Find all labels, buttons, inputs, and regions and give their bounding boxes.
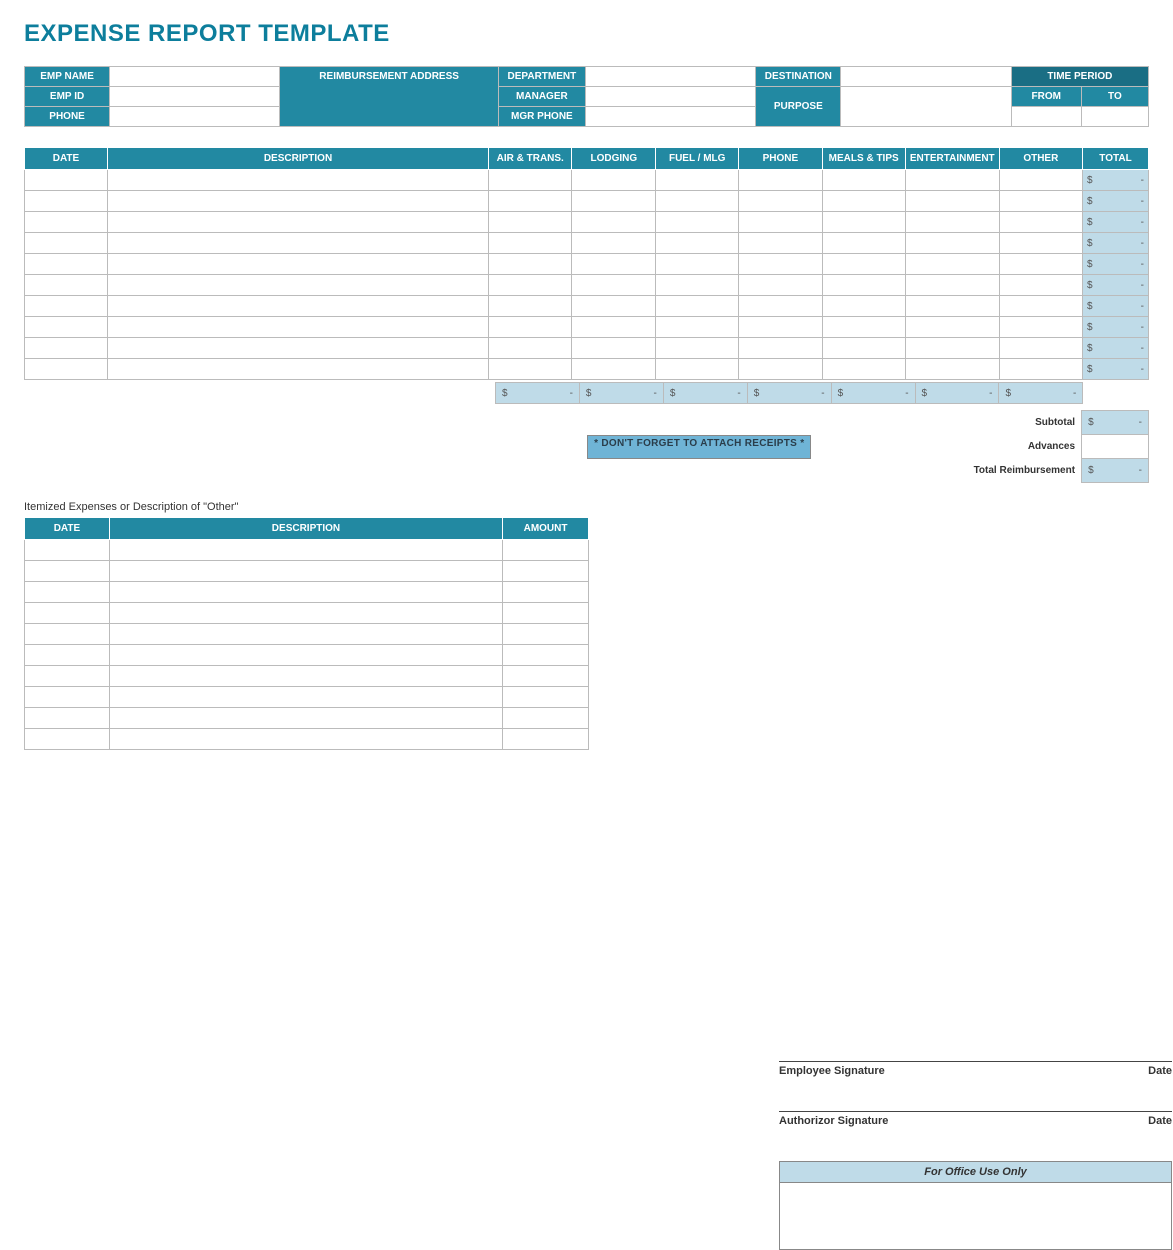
office-use-box: For Office Use Only bbox=[779, 1161, 1172, 1250]
subtotal-value: $- bbox=[1082, 411, 1149, 435]
table-row[interactable]: $- bbox=[25, 338, 1149, 359]
phone-value[interactable] bbox=[110, 107, 280, 127]
department-label: DEPARTMENT bbox=[498, 67, 585, 87]
itemized-col-date: DATE bbox=[25, 518, 110, 540]
itemized-caption: Itemized Expenses or Description of "Oth… bbox=[24, 501, 1149, 513]
col-phone: PHONE bbox=[739, 148, 822, 170]
table-row[interactable]: $- bbox=[25, 359, 1149, 380]
authorizor-signature-block: Authorizor Signature Date bbox=[779, 1111, 1172, 1127]
table-row[interactable]: $- bbox=[25, 212, 1149, 233]
manager-label: MANAGER bbox=[498, 87, 585, 107]
office-use-body[interactable] bbox=[780, 1183, 1171, 1249]
col-description: DESCRIPTION bbox=[107, 148, 488, 170]
col-total: TOTAL bbox=[1082, 148, 1148, 170]
table-row[interactable] bbox=[25, 729, 589, 750]
col-fuel-mlg: FUEL / MLG bbox=[656, 148, 739, 170]
table-row[interactable]: $- bbox=[25, 191, 1149, 212]
table-row[interactable] bbox=[25, 708, 589, 729]
authorizor-signature-date-label: Date bbox=[1148, 1115, 1172, 1127]
to-label: TO bbox=[1081, 87, 1148, 107]
table-row[interactable]: $- bbox=[25, 317, 1149, 338]
sum-fuel-mlg: $- bbox=[663, 383, 747, 404]
sum-air-trans: $- bbox=[496, 383, 580, 404]
destination-label: DESTINATION bbox=[756, 67, 841, 87]
page-title: EXPENSE REPORT TEMPLATE bbox=[24, 20, 1149, 48]
purpose-value[interactable] bbox=[841, 87, 1011, 127]
manager-value[interactable] bbox=[585, 87, 755, 107]
time-period-label: TIME PERIOD bbox=[1011, 67, 1148, 87]
mgr-phone-value[interactable] bbox=[585, 107, 755, 127]
total-reimbursement-value: $- bbox=[1082, 459, 1149, 483]
mgr-phone-label: MGR PHONE bbox=[498, 107, 585, 127]
authorizor-signature-label: Authorizor Signature bbox=[779, 1115, 888, 1127]
table-row[interactable]: $- bbox=[25, 254, 1149, 275]
table-row[interactable]: $- bbox=[25, 170, 1149, 191]
itemized-col-amount: AMOUNT bbox=[503, 518, 589, 540]
table-row[interactable]: $- bbox=[25, 275, 1149, 296]
summary-block: Subtotal $- * DON'T FORGET TO ATTACH REC… bbox=[24, 410, 1149, 483]
employee-signature-block: Employee Signature Date bbox=[779, 1061, 1172, 1077]
col-entertainment: ENTERTAINMENT bbox=[905, 148, 999, 170]
col-date: DATE bbox=[25, 148, 108, 170]
table-row[interactable] bbox=[25, 540, 589, 561]
emp-name-label: EMP NAME bbox=[25, 67, 110, 87]
info-table: EMP NAME REIMBURSEMENT ADDRESS DEPARTMEN… bbox=[24, 66, 1149, 127]
table-row[interactable]: $- bbox=[25, 296, 1149, 317]
column-sums: $- $- $- $- $- $- $- bbox=[24, 382, 1149, 404]
total-reimbursement-label: Total Reimbursement bbox=[927, 459, 1082, 483]
expense-table: DATE DESCRIPTION AIR & TRANS. LODGING FU… bbox=[24, 147, 1149, 380]
itemized-table: DATE DESCRIPTION AMOUNT bbox=[24, 517, 589, 750]
sum-meals-tips: $- bbox=[831, 383, 915, 404]
employee-signature-date-label: Date bbox=[1148, 1065, 1172, 1077]
emp-name-value[interactable] bbox=[110, 67, 280, 87]
from-value[interactable] bbox=[1011, 107, 1081, 127]
table-row[interactable] bbox=[25, 561, 589, 582]
sum-phone: $- bbox=[747, 383, 831, 404]
sum-lodging: $- bbox=[579, 383, 663, 404]
col-meals-tips: MEALS & TIPS bbox=[822, 148, 905, 170]
attach-receipts-note: * DON'T FORGET TO ATTACH RECEIPTS * bbox=[587, 435, 811, 459]
subtotal-label: Subtotal bbox=[927, 411, 1082, 435]
purpose-label: PURPOSE bbox=[756, 87, 841, 127]
table-row[interactable] bbox=[25, 582, 589, 603]
emp-id-label: EMP ID bbox=[25, 87, 110, 107]
reimb-address-label: REIMBURSEMENT ADDRESS bbox=[280, 67, 498, 127]
office-use-heading: For Office Use Only bbox=[780, 1162, 1171, 1183]
table-row[interactable]: $- bbox=[25, 233, 1149, 254]
expense-header-row: DATE DESCRIPTION AIR & TRANS. LODGING FU… bbox=[25, 148, 1149, 170]
destination-value[interactable] bbox=[841, 67, 1011, 87]
sum-other: $- bbox=[999, 383, 1083, 404]
col-air-trans: AIR & TRANS. bbox=[489, 148, 572, 170]
employee-signature-label: Employee Signature bbox=[779, 1065, 885, 1077]
table-row[interactable] bbox=[25, 624, 589, 645]
emp-id-value[interactable] bbox=[110, 87, 280, 107]
info-block: EMP NAME REIMBURSEMENT ADDRESS DEPARTMEN… bbox=[24, 66, 1149, 127]
phone-label: PHONE bbox=[25, 107, 110, 127]
to-value[interactable] bbox=[1081, 107, 1148, 127]
table-row[interactable] bbox=[25, 603, 589, 624]
col-lodging: LODGING bbox=[572, 148, 656, 170]
table-row[interactable] bbox=[25, 687, 589, 708]
department-value[interactable] bbox=[585, 67, 755, 87]
itemized-col-description: DESCRIPTION bbox=[109, 518, 502, 540]
table-row[interactable] bbox=[25, 645, 589, 666]
from-label: FROM bbox=[1011, 87, 1081, 107]
advances-label: Advances bbox=[927, 435, 1082, 459]
table-row[interactable] bbox=[25, 666, 589, 687]
sum-entertainment: $- bbox=[915, 383, 999, 404]
advances-value[interactable] bbox=[1082, 435, 1149, 459]
col-other: OTHER bbox=[999, 148, 1082, 170]
